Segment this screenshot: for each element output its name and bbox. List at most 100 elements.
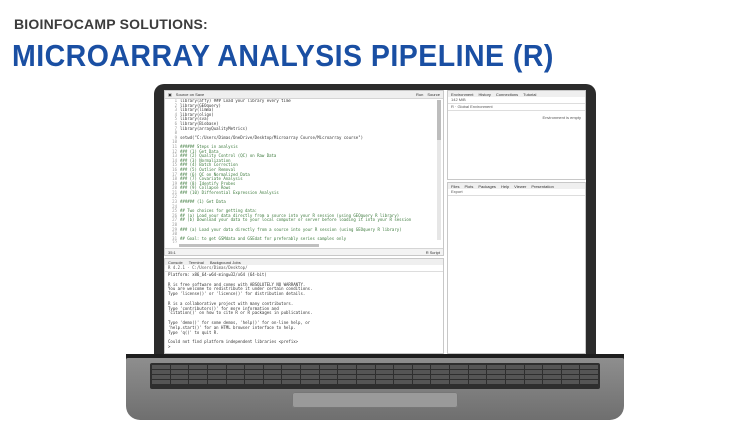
key	[245, 375, 263, 379]
tab-console[interactable]: Console	[168, 260, 183, 265]
key	[431, 365, 449, 369]
key	[580, 380, 598, 384]
key	[207, 380, 226, 384]
keyboard	[150, 363, 600, 389]
key	[524, 380, 543, 384]
console-output[interactable]: Platform: x86_64-w64-mingw32/x64 (64-bit…	[165, 272, 443, 351]
key	[394, 365, 412, 369]
environment-toolbar: 142 MiB	[448, 97, 585, 104]
key	[319, 375, 338, 379]
key	[561, 365, 580, 369]
key	[468, 365, 487, 369]
key	[543, 375, 561, 379]
key	[375, 370, 394, 374]
key	[561, 370, 580, 374]
code-line: 27 ## (b) Download your data to your loca…	[165, 218, 433, 223]
key	[561, 380, 580, 384]
key	[505, 365, 524, 369]
key	[394, 370, 412, 374]
key	[301, 370, 319, 374]
tab-help[interactable]: Help	[501, 184, 509, 189]
editor-hscrollbar[interactable]	[179, 244, 319, 247]
key	[412, 365, 431, 369]
code-text: ###### (1) Get Data	[180, 199, 226, 205]
key	[282, 375, 300, 379]
key	[245, 365, 263, 369]
key	[524, 365, 543, 369]
kicker: BIOINFOCAMP SOLUTIONS:	[14, 16, 208, 32]
code-line: 32	[165, 241, 433, 243]
tab-terminal[interactable]: Terminal	[189, 260, 204, 265]
console-path: R 4.2.1 · C:/Users/Dimas/Desktop/	[165, 265, 443, 272]
key	[487, 375, 505, 379]
key	[450, 380, 468, 384]
key	[263, 380, 282, 384]
key	[394, 380, 412, 384]
key	[170, 370, 189, 374]
tab-connections[interactable]: Connections	[496, 92, 518, 97]
key	[152, 375, 170, 379]
tab-presentation[interactable]: Presentation	[531, 184, 553, 189]
tab-viewer[interactable]: Viewer	[514, 184, 526, 189]
tab-plots[interactable]: Plots	[464, 184, 473, 189]
files-pane: Files Plots Packages Help Viewer Present…	[447, 182, 586, 354]
line-number: 32	[172, 240, 177, 243]
key	[450, 370, 468, 374]
key	[301, 380, 319, 384]
editor-statusbar: 35:1 R Script	[165, 248, 443, 255]
key	[505, 370, 524, 374]
key	[152, 365, 170, 369]
environment-empty-message: Environment is empty	[542, 115, 581, 120]
source-button[interactable]: Source	[427, 92, 440, 97]
key	[580, 375, 598, 379]
tab-environment[interactable]: Environment	[451, 92, 473, 97]
key	[170, 380, 189, 384]
key	[505, 380, 524, 384]
key	[524, 370, 543, 374]
key	[189, 370, 207, 374]
key	[356, 370, 375, 374]
key	[580, 365, 598, 369]
key	[207, 365, 226, 369]
environment-pane: Environment History Connections Tutorial…	[447, 90, 586, 180]
code-text: ### (a) Load your data directly from a s…	[180, 226, 402, 232]
key	[338, 380, 356, 384]
memory-usage[interactable]: 142 MiB	[451, 97, 466, 102]
key	[543, 365, 561, 369]
key	[226, 375, 245, 379]
tab-tutorial[interactable]: Tutorial	[523, 92, 536, 97]
key	[245, 380, 263, 384]
key	[468, 375, 487, 379]
file-type[interactable]: R Script	[426, 250, 440, 255]
tab-history[interactable]: History	[478, 92, 490, 97]
save-icon[interactable]: ▣	[168, 92, 172, 97]
key	[301, 375, 319, 379]
key	[375, 365, 394, 369]
key	[543, 380, 561, 384]
export-button[interactable]: Export	[448, 189, 585, 196]
key	[431, 370, 449, 374]
tab-files[interactable]: Files	[451, 184, 459, 189]
laptop-screen: ▣ Source on Save Run Source 1 library(aff…	[164, 90, 586, 354]
key	[468, 380, 487, 384]
key	[152, 380, 170, 384]
key	[431, 375, 449, 379]
editor-scrollbar[interactable]	[437, 100, 441, 240]
global-environment-select[interactable]: R · Global Environment	[448, 104, 585, 111]
touchpad	[292, 392, 458, 408]
key	[282, 365, 300, 369]
key	[189, 375, 207, 379]
key	[338, 365, 356, 369]
key	[468, 370, 487, 374]
source-on-save-checkbox[interactable]: Source on Save	[176, 92, 204, 97]
run-button[interactable]: Run	[416, 92, 423, 97]
tab-background-jobs[interactable]: Background Jobs	[210, 260, 241, 265]
code-editor[interactable]: 1 library(affy) ### Load your library eve…	[165, 99, 433, 243]
key	[450, 365, 468, 369]
key	[487, 370, 505, 374]
key	[338, 375, 356, 379]
key	[189, 365, 207, 369]
tab-packages[interactable]: Packages	[478, 184, 496, 189]
console-pane: Console Terminal Background Jobs R 4.2.1…	[164, 258, 444, 354]
key	[319, 370, 338, 374]
